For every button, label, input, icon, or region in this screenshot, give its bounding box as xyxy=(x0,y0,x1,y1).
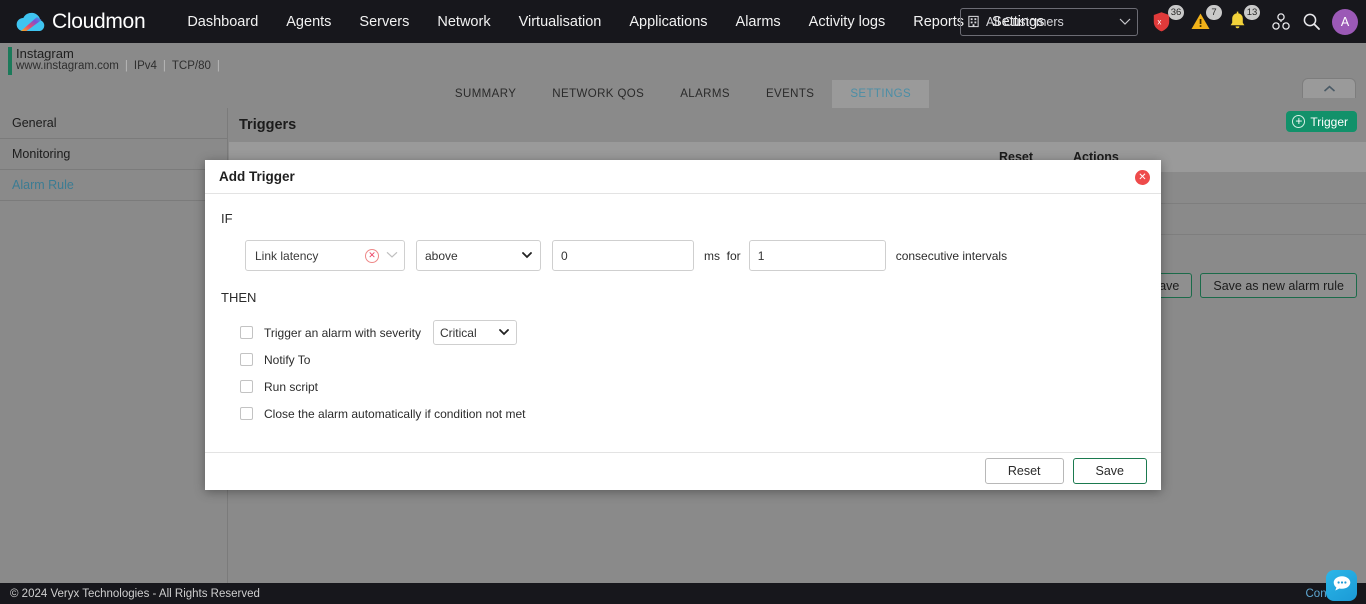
if-section-label: IF xyxy=(221,211,233,226)
add-trigger-dialog: Add Trigger ✕ IF Link latency ✕ above be… xyxy=(205,160,1161,490)
clear-metric-icon[interactable]: ✕ xyxy=(365,248,379,263)
nav-item-network[interactable]: Network xyxy=(423,8,504,36)
for-label: for xyxy=(726,248,741,263)
chevron-down-icon xyxy=(1119,15,1131,29)
customer-selector-value: All Customers xyxy=(986,14,1064,29)
nav-item-dashboard[interactable]: Dashboard xyxy=(173,8,272,36)
tab-alarms[interactable]: ALARMS xyxy=(662,80,748,108)
nav-right-cluster: All Customers x 36 7 13 A xyxy=(960,0,1358,43)
breadcrumb-accent-bar xyxy=(8,47,12,75)
warning-alarms-indicator[interactable]: 7 xyxy=(1190,4,1224,37)
save-as-new-alarm-rule-button[interactable]: Save as new alarm rule xyxy=(1200,273,1357,298)
chat-bubble-icon xyxy=(1332,574,1352,598)
trigger-alarm-label: Trigger an alarm with severity xyxy=(264,325,421,340)
customer-selector[interactable]: All Customers xyxy=(960,7,1138,36)
breadcrumb-protocol-port: TCP/80 xyxy=(171,60,211,72)
sidebar-item-general[interactable]: General xyxy=(0,108,227,139)
critical-alarms-indicator[interactable]: x 36 xyxy=(1152,4,1186,37)
intervals-suffix-label: consecutive intervals xyxy=(895,248,1008,263)
entity-tab-strip: SUMMARY NETWORK QOS ALARMS EVENTS SETTIN… xyxy=(0,80,1366,108)
breadcrumb-host: www.instagram.com xyxy=(16,60,119,72)
add-trigger-label: Trigger xyxy=(1310,114,1348,129)
dialog-footer: Reset Save xyxy=(205,452,1161,489)
nav-item-virtualisation[interactable]: Virtualisation xyxy=(505,8,616,36)
primary-nav: Dashboard Agents Servers Network Virtual… xyxy=(173,8,1058,36)
breadcrumb-separator: | xyxy=(216,60,220,72)
breadcrumb-separator: | xyxy=(124,60,128,72)
svg-text:x: x xyxy=(1157,17,1161,26)
breadcrumb-ip-version: IPv4 xyxy=(133,60,157,72)
dialog-body: IF Link latency ✕ above below equals ms … xyxy=(205,194,1161,452)
auto-close-checkbox[interactable] xyxy=(240,407,253,420)
nav-item-activity-logs[interactable]: Activity logs xyxy=(795,8,900,36)
close-icon[interactable]: ✕ xyxy=(1135,170,1150,185)
brand-logo[interactable]: Cloudmon xyxy=(14,9,146,35)
settings-sidebar: General Monitoring Alarm Rule xyxy=(0,108,228,583)
topology-icon[interactable] xyxy=(1266,7,1296,37)
run-script-checkbox[interactable] xyxy=(240,380,253,393)
threshold-unit-label: ms for xyxy=(704,249,741,263)
page-title: Triggers xyxy=(239,117,297,133)
copyright-text: © 2024 Veryx Technologies - All Rights R… xyxy=(10,587,260,600)
search-icon[interactable] xyxy=(1296,7,1326,37)
chevron-up-icon xyxy=(1323,80,1336,98)
page-entity-title: Instagram xyxy=(16,46,74,61)
content-header: Triggers + Trigger xyxy=(229,108,1366,142)
chat-support-button[interactable] xyxy=(1326,570,1357,601)
operator-select[interactable]: above below equals xyxy=(416,240,541,271)
alarm-rule-actions: Save Save as new alarm rule xyxy=(1137,273,1357,298)
nav-item-agents[interactable]: Agents xyxy=(272,8,345,36)
notifications-count: 13 xyxy=(1244,4,1260,20)
action-row-auto-close: Close the alarm automatically if conditi… xyxy=(240,400,1161,427)
action-list: Trigger an alarm with severity Critical … xyxy=(240,319,1161,427)
avatar[interactable]: A xyxy=(1332,8,1358,35)
auto-close-label: Close the alarm automatically if conditi… xyxy=(264,406,526,421)
tab-network-qos[interactable]: NETWORK QOS xyxy=(534,80,662,108)
trigger-alarm-checkbox[interactable] xyxy=(240,326,253,339)
sidebar-item-alarm-rule[interactable]: Alarm Rule xyxy=(0,170,227,201)
sidebar-item-monitoring[interactable]: Monitoring xyxy=(0,139,227,170)
notifications-indicator[interactable]: 13 xyxy=(1228,4,1262,37)
brand-name: Cloudmon xyxy=(52,9,146,33)
nav-item-servers[interactable]: Servers xyxy=(345,8,423,36)
condition-row: Link latency ✕ above below equals ms for… xyxy=(245,240,1161,271)
nav-item-alarms[interactable]: Alarms xyxy=(722,8,795,36)
save-button[interactable]: Save xyxy=(1072,458,1147,484)
nav-item-applications[interactable]: Applications xyxy=(615,8,721,36)
severity-select[interactable]: Critical Major Minor Warning xyxy=(432,320,517,345)
metric-select[interactable]: Link latency ✕ xyxy=(245,240,405,271)
tab-settings[interactable]: SETTINGS xyxy=(832,80,930,108)
tab-events[interactable]: EVENTS xyxy=(748,80,832,108)
then-section-label: THEN xyxy=(221,290,257,305)
warning-alarms-count: 7 xyxy=(1206,4,1222,20)
building-icon xyxy=(967,15,980,28)
notify-to-checkbox[interactable] xyxy=(240,353,253,366)
run-script-label: Run script xyxy=(264,379,319,394)
metric-select-value: Link latency xyxy=(255,248,319,263)
collapse-header-button[interactable] xyxy=(1302,78,1356,98)
notify-to-label: Notify To xyxy=(264,352,311,367)
add-trigger-button[interactable]: + Trigger xyxy=(1286,111,1357,132)
page-footer: © 2024 Veryx Technologies - All Rights R… xyxy=(0,583,1366,604)
action-row-trigger-alarm: Trigger an alarm with severity Critical … xyxy=(240,319,1161,346)
dialog-header: Add Trigger ✕ xyxy=(205,160,1161,194)
cloud-logo-icon xyxy=(14,9,48,35)
reset-button[interactable]: Reset xyxy=(984,458,1064,484)
breadcrumb: www.instagram.com | IPv4 | TCP/80 | xyxy=(16,60,226,72)
top-navigation-bar: Cloudmon Dashboard Agents Servers Networ… xyxy=(0,0,1366,43)
chevron-down-icon xyxy=(386,251,398,261)
intervals-input[interactable] xyxy=(748,240,886,271)
threshold-input[interactable] xyxy=(552,240,694,271)
action-row-run-script: Run script xyxy=(240,373,1161,400)
action-row-notify-to: Notify To xyxy=(240,346,1161,373)
dialog-title: Add Trigger xyxy=(219,169,295,184)
plus-circle-icon: + xyxy=(1292,115,1306,128)
critical-alarms-count: 36 xyxy=(1168,4,1184,20)
unit-ms-label: ms xyxy=(704,248,720,263)
breadcrumb-separator: | xyxy=(162,60,166,72)
tab-summary[interactable]: SUMMARY xyxy=(437,80,534,108)
